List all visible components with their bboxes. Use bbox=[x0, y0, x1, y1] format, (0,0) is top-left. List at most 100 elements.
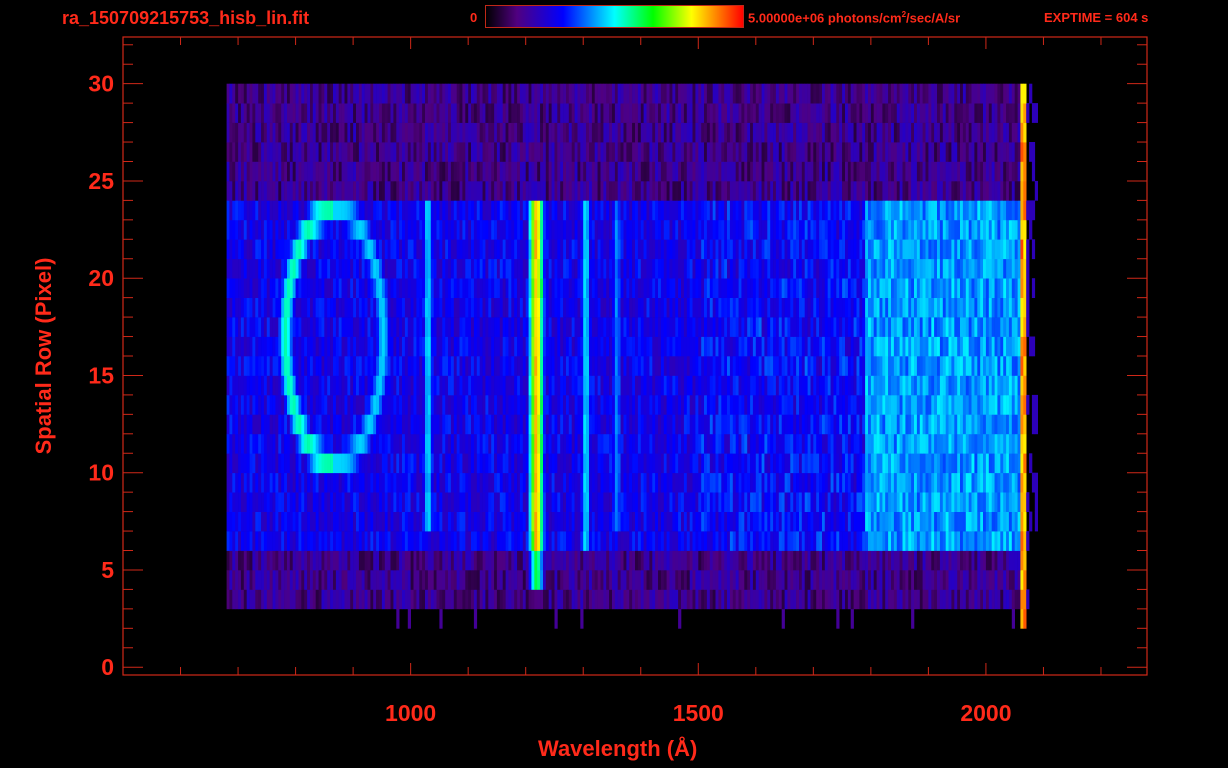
heatmap-cell bbox=[289, 258, 293, 279]
heatmap-cell bbox=[1003, 433, 1007, 454]
heatmap-cell bbox=[232, 317, 236, 337]
heatmap-cell bbox=[312, 511, 316, 532]
heatmap-cell bbox=[747, 433, 751, 454]
heatmap-cell bbox=[612, 433, 616, 454]
heatmap-cell bbox=[686, 531, 690, 551]
heatmap-cell bbox=[531, 258, 535, 279]
heatmap-cell bbox=[422, 336, 426, 357]
heatmap-cell bbox=[367, 570, 371, 590]
heatmap-cell bbox=[747, 492, 751, 512]
heatmap-cell bbox=[1014, 336, 1018, 357]
heatmap-cell bbox=[287, 317, 291, 337]
heatmap-cell bbox=[344, 278, 348, 298]
heatmap-cell bbox=[384, 414, 388, 435]
heatmap-cell bbox=[761, 356, 765, 376]
heatmap-cell bbox=[698, 356, 702, 376]
heatmap-cell bbox=[876, 375, 880, 396]
heatmap-cell bbox=[318, 278, 322, 298]
heatmap-cell bbox=[609, 492, 613, 512]
heatmap-cell bbox=[586, 433, 590, 454]
heatmap-cell bbox=[799, 414, 803, 435]
heatmap-cell bbox=[796, 492, 800, 512]
heatmap-cell bbox=[804, 550, 808, 571]
heatmap-cell bbox=[347, 297, 351, 318]
heatmap-cell bbox=[784, 414, 788, 435]
heatmap-cell bbox=[292, 336, 296, 357]
heatmap-cell bbox=[551, 278, 555, 298]
heatmap-cell bbox=[413, 492, 417, 512]
heatmap-cell bbox=[735, 492, 739, 512]
heatmap-cell bbox=[683, 570, 688, 590]
heatmap-cell bbox=[706, 336, 711, 357]
heatmap-cell bbox=[839, 317, 843, 337]
heatmap-cell bbox=[1000, 414, 1004, 435]
heatmap-cell bbox=[537, 336, 541, 357]
heatmap-cell bbox=[796, 453, 800, 474]
heatmap-cell bbox=[635, 394, 639, 415]
heatmap-cell bbox=[335, 375, 340, 396]
heatmap-cell bbox=[824, 297, 828, 318]
heatmap-cell bbox=[994, 570, 998, 590]
heatmap-cell bbox=[830, 317, 834, 337]
heatmap-cell bbox=[249, 414, 253, 435]
heatmap-cell bbox=[833, 278, 837, 298]
heatmap-cell bbox=[729, 570, 734, 590]
heatmap-cell bbox=[249, 570, 253, 590]
heatmap-cell bbox=[655, 570, 659, 590]
heatmap-cell bbox=[453, 550, 457, 571]
heatmap-cell bbox=[801, 492, 805, 512]
heatmap-cell bbox=[252, 278, 256, 298]
heatmap-cell bbox=[1020, 570, 1024, 590]
heatmap-cell bbox=[545, 317, 549, 337]
heatmap-cell bbox=[980, 297, 984, 318]
heatmap-cell bbox=[402, 472, 406, 493]
heatmap-cell bbox=[965, 550, 969, 571]
heatmap-cell bbox=[934, 550, 938, 571]
heatmap-cell bbox=[931, 492, 935, 512]
heatmap-cell bbox=[914, 550, 918, 571]
heatmap-cell bbox=[249, 258, 253, 279]
heatmap-cell bbox=[430, 394, 434, 415]
heatmap-cell bbox=[859, 375, 863, 396]
heatmap-cell bbox=[939, 414, 944, 435]
heatmap-cell bbox=[971, 453, 975, 474]
heatmap-cell bbox=[856, 531, 860, 551]
heatmap-cell bbox=[450, 589, 455, 610]
heatmap-cell bbox=[781, 570, 785, 590]
heatmap-cell bbox=[310, 317, 314, 337]
heatmap-cell bbox=[819, 511, 823, 532]
heatmap-cell bbox=[704, 433, 708, 454]
heatmap-cell bbox=[600, 570, 604, 590]
heatmap-cell bbox=[833, 317, 837, 337]
heatmap-cell bbox=[704, 511, 708, 532]
heatmap-cell bbox=[318, 297, 322, 318]
heatmap-cell bbox=[545, 297, 549, 318]
heatmap-cell bbox=[261, 570, 265, 590]
heatmap-cell bbox=[465, 570, 469, 590]
heatmap-cell bbox=[1011, 472, 1015, 493]
heatmap-cell bbox=[347, 453, 351, 474]
heatmap-cell bbox=[439, 414, 443, 435]
heatmap-cell bbox=[261, 414, 265, 435]
heatmap-cell bbox=[519, 531, 524, 551]
heatmap-cell bbox=[942, 531, 946, 551]
heatmap-cell bbox=[583, 317, 587, 337]
heatmap-cell bbox=[281, 511, 285, 532]
heatmap-cell bbox=[551, 375, 555, 396]
heatmap-cell bbox=[847, 414, 852, 435]
heatmap-cell bbox=[298, 511, 302, 532]
heatmap-cell bbox=[960, 394, 964, 415]
heatmap-cell bbox=[353, 570, 357, 590]
heatmap-cell bbox=[939, 297, 944, 318]
heatmap-cell bbox=[916, 394, 921, 415]
heatmap-cell bbox=[531, 472, 535, 493]
heatmap-cell bbox=[1000, 453, 1004, 474]
heatmap-cell bbox=[994, 472, 998, 493]
heatmap-cell bbox=[888, 317, 892, 337]
heatmap-cell bbox=[988, 570, 992, 590]
heatmap-cell bbox=[1023, 375, 1027, 396]
heatmap-cell bbox=[404, 589, 409, 610]
heatmap-cell bbox=[934, 589, 938, 610]
heatmap-cell bbox=[226, 336, 230, 357]
heatmap-cell bbox=[370, 394, 374, 415]
